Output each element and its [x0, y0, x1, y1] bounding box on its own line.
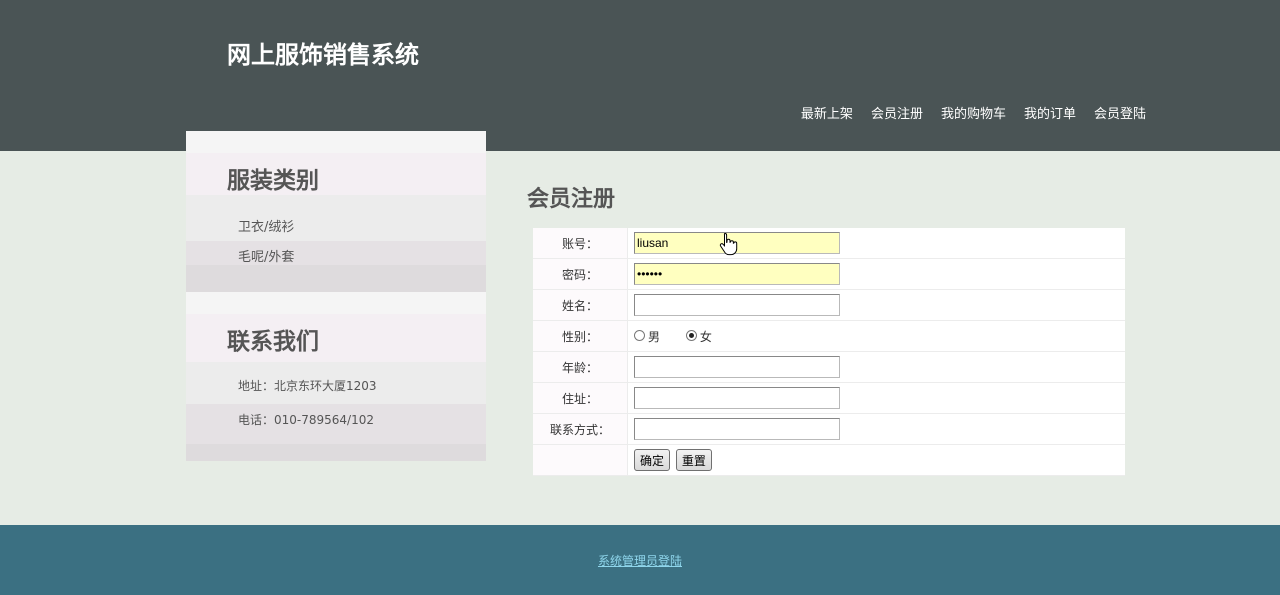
- form-row-password: 密码：: [533, 258, 1125, 290]
- gender-female-text: 女: [699, 329, 712, 344]
- gender-male-radio[interactable]: [634, 329, 645, 341]
- reset-button[interactable]: 重置: [675, 449, 712, 471]
- sidebar: 服装类别 卫衣/绒衫 毛呢/外套 联系我们 地址：北京东环大厦1203 电话：0…: [186, 131, 486, 461]
- site-footer: 系统管理员登陆: [0, 525, 1280, 595]
- gender-male-option[interactable]: 男: [634, 329, 664, 344]
- form-row-age: 年龄：: [533, 351, 1125, 383]
- contact-panel: 联系我们 地址：北京东环大厦1203 电话：010-789564/102: [186, 292, 486, 461]
- register-heading: 会员注册: [527, 186, 616, 212]
- name-input[interactable]: [634, 294, 840, 316]
- address-label: 住址：: [533, 382, 628, 414]
- age-label: 年龄：: [533, 351, 628, 383]
- name-label: 姓名：: [533, 289, 628, 321]
- category-heading: 服装类别: [227, 167, 319, 194]
- gender-label: 性别：: [533, 320, 628, 352]
- nav-item-cart[interactable]: 我的购物车: [941, 103, 1006, 122]
- form-row-gender: 性别： 男 女: [533, 320, 1125, 352]
- nav-item-login[interactable]: 会员登陆: [1094, 103, 1146, 122]
- top-nav: 最新上架 会员注册 我的购物车 我的订单 会员登陆: [801, 103, 1146, 122]
- form-row-buttons: 确定 重置: [533, 444, 1125, 476]
- form-row-account: 账号：: [533, 228, 1125, 259]
- gender-male-text: 男: [648, 329, 661, 344]
- gender-female-radio[interactable]: [685, 329, 697, 341]
- form-row-contact: 联系方式：: [533, 413, 1125, 445]
- address-input[interactable]: [634, 387, 840, 409]
- contact-label: 联系方式：: [533, 413, 628, 445]
- nav-item-new-arrivals[interactable]: 最新上架: [801, 103, 853, 122]
- category-item-hoodies[interactable]: 卫衣/绒衫: [238, 216, 294, 235]
- site-title: 网上服饰销售系统: [227, 40, 419, 69]
- password-input[interactable]: [634, 263, 840, 285]
- age-input[interactable]: [634, 356, 840, 378]
- nav-item-orders[interactable]: 我的订单: [1024, 103, 1076, 122]
- hand-pointer-icon: [719, 232, 738, 256]
- contact-phone: 电话：010-789564/102: [238, 413, 374, 427]
- contact-input[interactable]: [634, 418, 840, 440]
- form-row-name: 姓名：: [533, 289, 1125, 321]
- contact-address: 地址：北京东环大厦1203: [238, 379, 377, 393]
- form-row-address: 住址：: [533, 382, 1125, 414]
- site-header: 网上服饰销售系统 最新上架 会员注册 我的购物车 我的订单 会员登陆: [0, 0, 1280, 151]
- admin-login-link[interactable]: 系统管理员登陆: [0, 552, 1280, 569]
- category-item-coats[interactable]: 毛呢/外套: [238, 246, 294, 265]
- category-panel: 服装类别 卫衣/绒衫 毛呢/外套: [186, 131, 486, 292]
- password-label: 密码：: [533, 258, 628, 290]
- gender-female-option[interactable]: 女: [685, 329, 712, 344]
- account-label: 账号：: [533, 228, 628, 259]
- nav-item-register[interactable]: 会员注册: [871, 103, 923, 122]
- register-form: 账号： 密码： 姓名： 性别： 男 女 年龄： 住址： 联系方式：: [533, 228, 1125, 476]
- contact-heading: 联系我们: [227, 328, 319, 355]
- submit-button[interactable]: 确定: [634, 449, 671, 471]
